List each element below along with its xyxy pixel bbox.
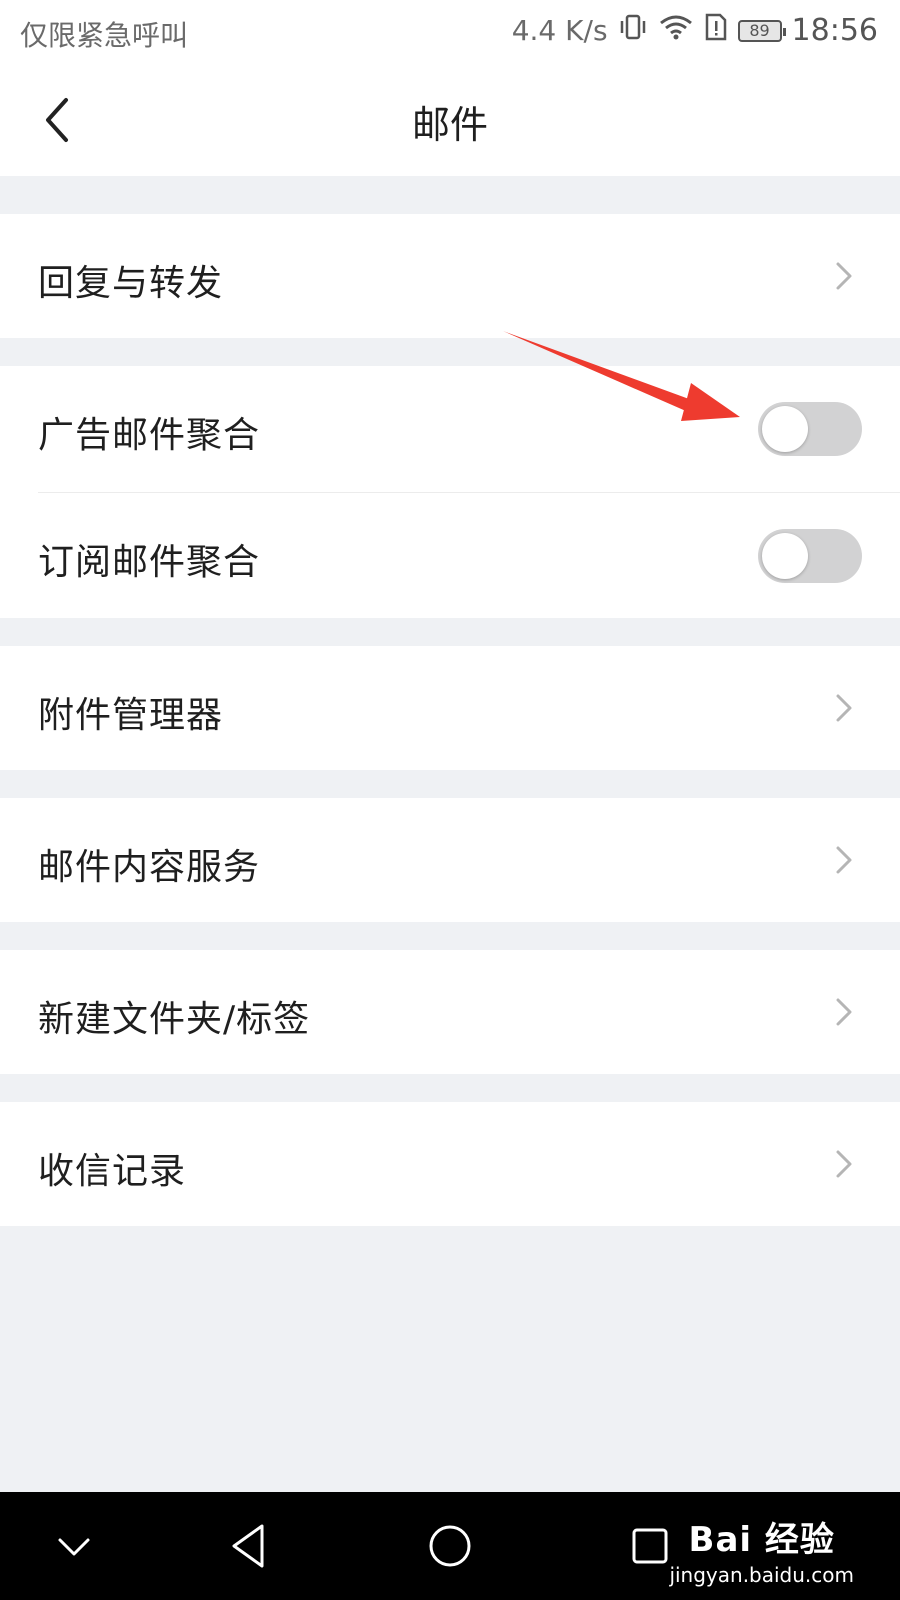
content-service-row[interactable]: 邮件内容服务 (0, 798, 900, 922)
home-circle-icon[interactable] (418, 1514, 482, 1578)
settings-group-attachment: 附件管理器 (0, 646, 900, 770)
collapse-icon[interactable] (42, 1514, 106, 1578)
back-triangle-icon[interactable] (218, 1514, 282, 1578)
status-bar: 仅限紧急呼叫 4.4 K/s 89 18:56 (0, 0, 900, 64)
chevron-right-icon (832, 994, 856, 1030)
wifi-icon (658, 13, 694, 48)
annotation-arrow-icon (503, 331, 740, 421)
chevron-right-icon (832, 842, 856, 878)
chevron-right-icon (832, 258, 856, 294)
carrier-text: 仅限紧急呼叫 (20, 19, 189, 52)
watermark-sub: jingyan.baidu.com (669, 1563, 854, 1587)
chevron-right-icon (832, 1146, 856, 1182)
header: 邮件 (0, 64, 900, 176)
subscription-aggregate-row: 订阅邮件聚合 (0, 493, 900, 618)
reply-forward-row[interactable]: 回复与转发 (0, 214, 900, 338)
watermark-main: Bai 经验 (688, 1520, 835, 1560)
attachment-manager-label: 附件管理器 (38, 695, 224, 736)
system-nav-bar: Bai 经验 jingyan.baidu.com (0, 1492, 900, 1600)
settings-group-reply: 回复与转发 (0, 214, 900, 338)
toggle-knob (762, 533, 808, 579)
battery-icon: 89 (737, 19, 786, 42)
content-service-label: 邮件内容服务 (38, 847, 261, 888)
reply-forward-label: 回复与转发 (38, 263, 224, 304)
new-folder-tag-row[interactable]: 新建文件夹/标签 (0, 950, 900, 1074)
settings-group-content: 邮件内容服务 (0, 798, 900, 922)
page-title: 邮件 (411, 103, 488, 147)
network-speed: 4.4 K/s (511, 14, 608, 47)
settings-group-aggregate: 广告邮件聚合 订阅邮件聚合 (0, 366, 900, 618)
toggle-knob (762, 406, 808, 452)
ad-aggregate-label: 广告邮件聚合 (38, 415, 261, 456)
settings-group-log: 收信记录 (0, 1102, 900, 1226)
clock: 18:56 (791, 13, 878, 48)
settings-group-folder: 新建文件夹/标签 (0, 950, 900, 1074)
subscription-aggregate-label: 订阅邮件聚合 (38, 542, 261, 583)
baidu-watermark: Bai 经验 jingyan.baidu.com (669, 1512, 854, 1587)
new-folder-tag-label: 新建文件夹/标签 (38, 999, 311, 1040)
chevron-right-icon (832, 690, 856, 726)
sim-alert-icon (704, 12, 728, 49)
subscription-aggregate-toggle[interactable] (758, 529, 862, 583)
vibrate-icon (618, 13, 648, 48)
receive-log-label: 收信记录 (38, 1151, 187, 1192)
ad-aggregate-toggle[interactable] (758, 402, 862, 456)
receive-log-row[interactable]: 收信记录 (0, 1102, 900, 1226)
ad-aggregate-row: 广告邮件聚合 (0, 366, 900, 492)
attachment-manager-row[interactable]: 附件管理器 (0, 646, 900, 770)
status-icons: 4.4 K/s 89 18:56 (512, 12, 878, 49)
